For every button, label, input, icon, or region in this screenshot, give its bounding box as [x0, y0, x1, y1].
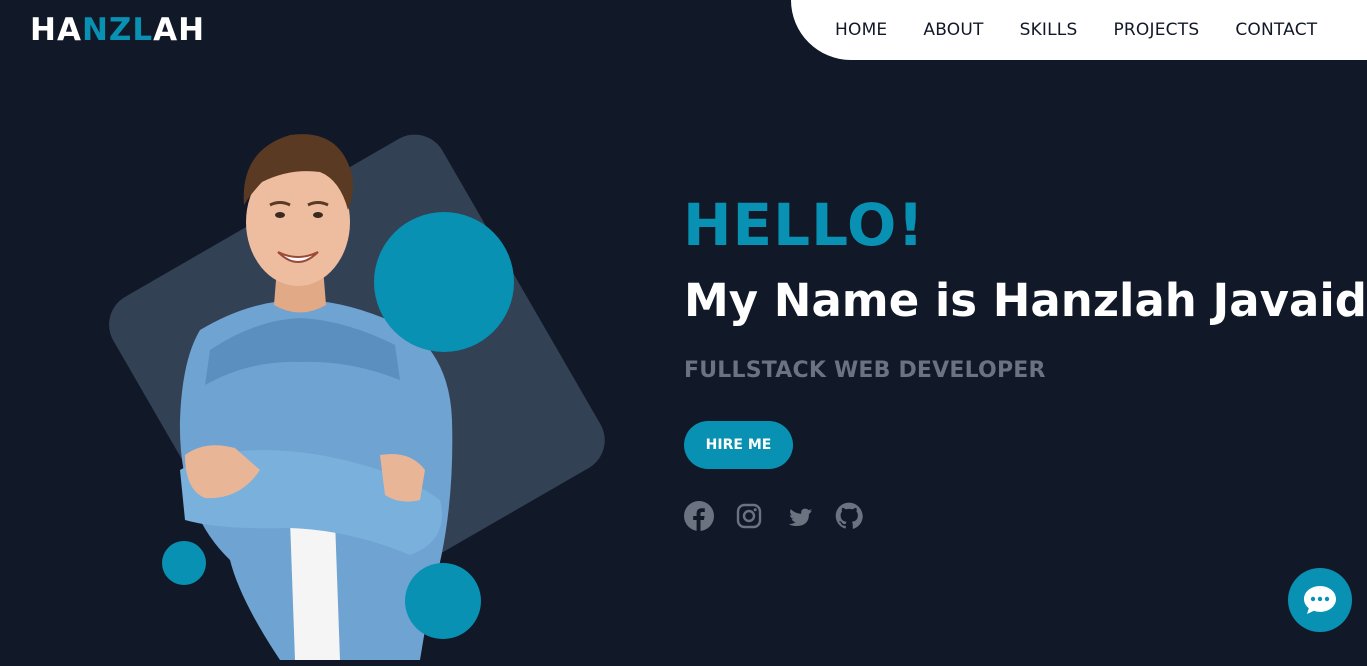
- twitter-icon[interactable]: [784, 500, 814, 532]
- facebook-icon[interactable]: [684, 500, 714, 532]
- nav-projects[interactable]: PROJECTS: [1113, 20, 1199, 40]
- hero-visual: [0, 60, 680, 666]
- page: HANZLAH HOME ABOUT SKILLS PROJECTS CONTA…: [0, 0, 1367, 666]
- nav-contact[interactable]: CONTACT: [1235, 20, 1317, 40]
- main-nav: HOME ABOUT SKILLS PROJECTS CONTACT: [791, 0, 1367, 60]
- logo-text-end: AH: [153, 12, 206, 48]
- logo-text-accent: NZL: [81, 12, 154, 48]
- accent-circle-medium: [405, 563, 481, 639]
- github-icon[interactable]: [834, 500, 864, 532]
- logo-text-start: HA: [30, 12, 82, 48]
- social-links: [684, 500, 864, 532]
- hero-greeting: HELLO!: [683, 191, 925, 259]
- nav-skills[interactable]: SKILLS: [1020, 20, 1078, 40]
- accent-circle-large: [374, 212, 514, 352]
- chat-launcher-button[interactable]: [1288, 568, 1352, 632]
- nav-home[interactable]: HOME: [835, 20, 887, 40]
- hero-illustration: [109, 134, 605, 660]
- site-logo[interactable]: HANZLAH: [30, 12, 205, 48]
- chat-bubble-icon: [1304, 586, 1336, 614]
- accent-circle-small: [162, 541, 206, 585]
- hero-role: FULLSTACK WEB DEVELOPER: [684, 358, 1046, 383]
- hire-me-button[interactable]: HIRE ME: [684, 421, 793, 469]
- nav-about[interactable]: ABOUT: [923, 20, 983, 40]
- hero-name: My Name is Hanzlah Javaid: [684, 274, 1367, 327]
- instagram-icon[interactable]: [734, 500, 764, 532]
